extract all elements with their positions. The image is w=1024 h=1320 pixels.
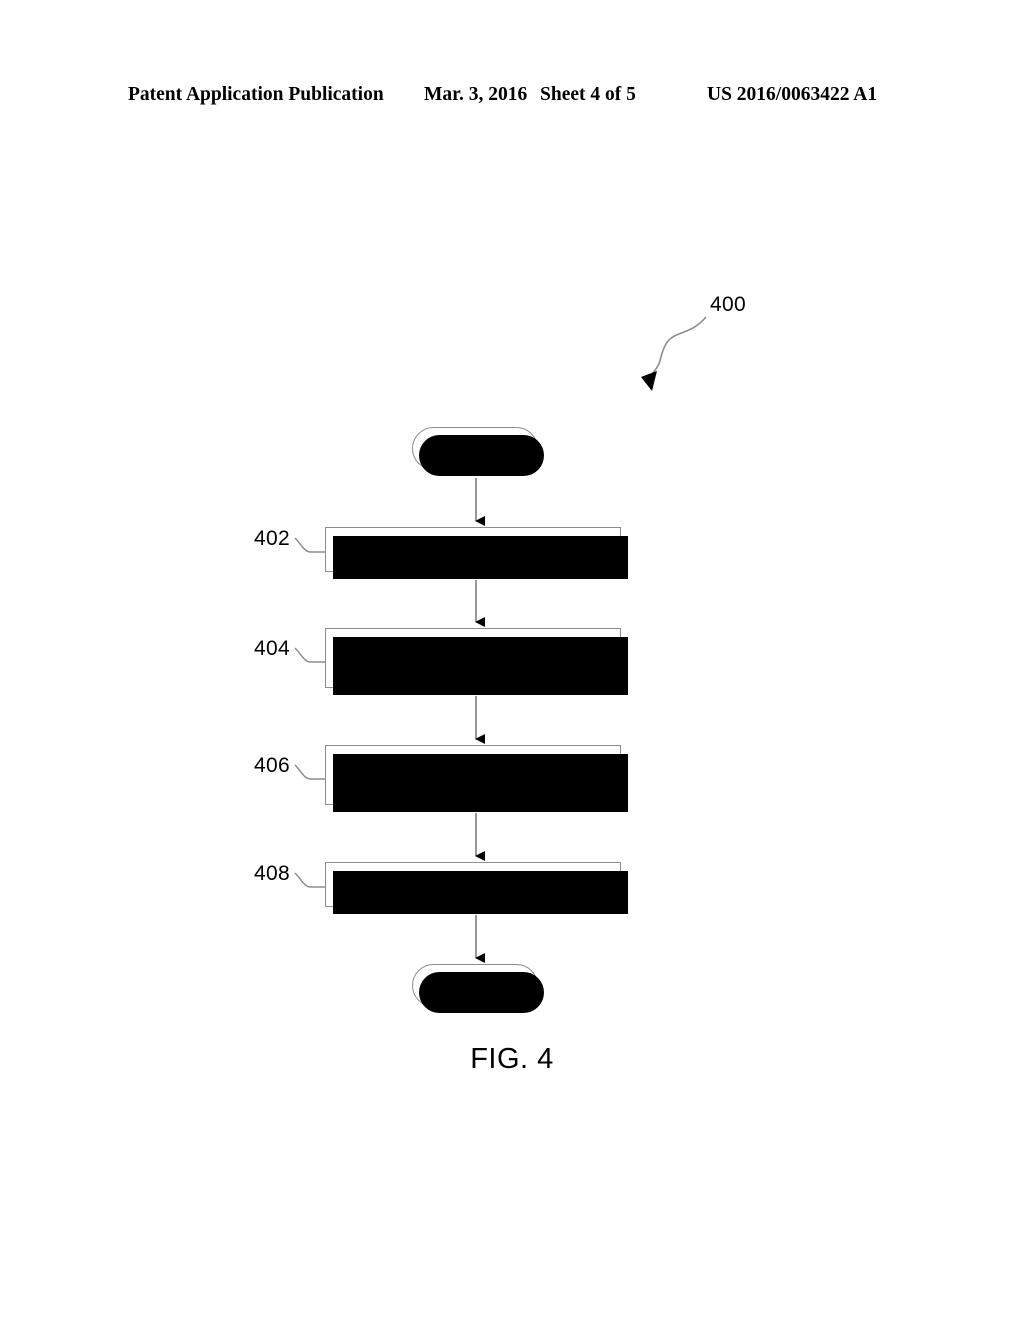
flow-node-402-label: RETRIEVE MODELS	[377, 538, 569, 560]
ref-numeral-400: 400	[710, 293, 746, 316]
ref-408-leader-line	[294, 872, 325, 888]
flow-node-generate-relationship-matrix[interactable]: GENERATE RELATIONSHIP MATRIX	[325, 628, 628, 695]
flow-node-408-label: GENERATE DIFFERENCES	[344, 873, 602, 895]
ref-400-leader-line	[641, 316, 707, 391]
figure-caption: FIG. 4	[470, 1043, 554, 1075]
flow-node-end-label: END	[453, 974, 497, 996]
flow-node-generate-differences[interactable]: GENERATE DIFFERENCES	[325, 862, 628, 914]
ref-400-arrowhead	[641, 371, 657, 391]
ref-404-leader-line	[294, 647, 325, 663]
flow-node-404-label: GENERATE RELATIONSHIP MATRIX	[336, 633, 609, 683]
ref-numeral-406: 406	[254, 754, 290, 777]
ref-numeral-404: 404	[254, 637, 290, 660]
ref-numeral-408: 408	[254, 862, 290, 885]
flow-node-404-label-line1: GENERATE RELATIONSHIP	[342, 634, 604, 656]
ref-406-leader-line	[294, 764, 325, 780]
flow-node-start-label: START	[442, 437, 508, 459]
flow-node-end[interactable]: END	[412, 964, 544, 1013]
ref-numeral-402: 402	[254, 527, 290, 550]
flow-node-retrieve-models[interactable]: RETRIEVE MODELS	[325, 527, 628, 579]
flow-node-compare-local-model-and-template[interactable]: COMPARE LOCAL MODEL AND LOCAL TEMPLATE	[325, 745, 628, 812]
flowchart-figure: START RETRIEVE MODELS GENERATE RELATIONS…	[0, 0, 1024, 1320]
flow-node-404-label-line2: MATRIX	[435, 659, 511, 681]
flow-node-406-label: COMPARE LOCAL MODEL AND LOCAL TEMPLATE	[343, 750, 604, 800]
ref-402-leader-line	[294, 537, 325, 553]
flow-node-406-label-line2: AND LOCAL TEMPLATE	[361, 776, 585, 798]
flow-node-406-label-line1: COMPARE LOCAL MODEL	[348, 751, 598, 773]
flow-node-start[interactable]: START	[412, 427, 544, 476]
